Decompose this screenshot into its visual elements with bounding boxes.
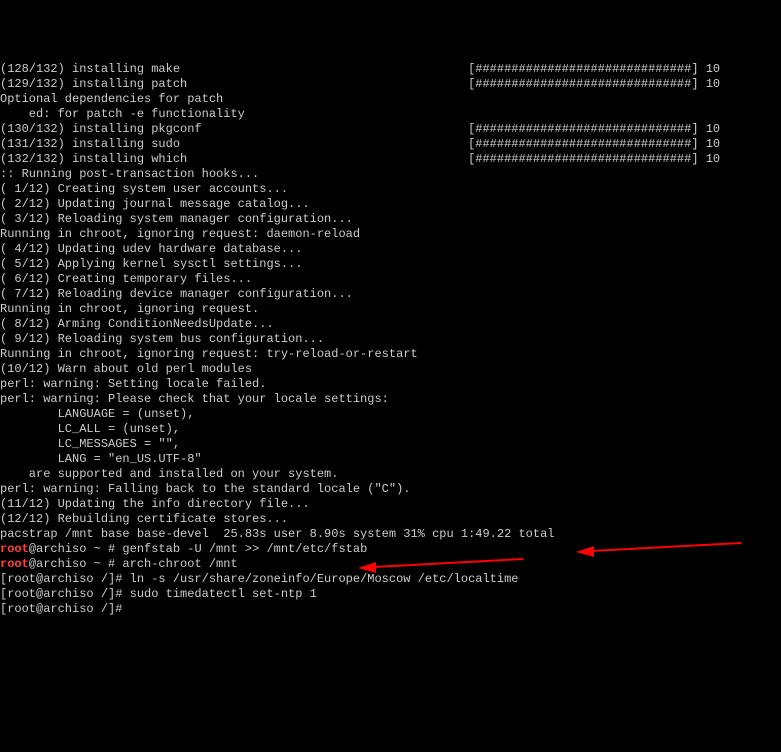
terminal-line: :: Running post-transaction hooks... xyxy=(0,167,781,182)
terminal-line: [root@archiso /]# xyxy=(0,602,781,617)
terminal-line: ( 5/12) Applying kernel sysctl settings.… xyxy=(0,257,781,272)
terminal-line: ( 7/12) Reloading device manager configu… xyxy=(0,287,781,302)
output-text: Optional dependencies for patch xyxy=(0,92,223,106)
output-text: Running in chroot, ignoring request: dae… xyxy=(0,227,360,241)
output-text: perl: warning: Please check that your lo… xyxy=(0,392,389,406)
terminal-line: perl: warning: Falling back to the stand… xyxy=(0,482,781,497)
terminal-line: Running in chroot, ignoring request: try… xyxy=(0,347,781,362)
command-text: sudo timedatectl set-ntp 1 xyxy=(130,587,317,601)
output-text: are supported and installed on your syst… xyxy=(0,467,338,481)
terminal-line: ( 8/12) Arming ConditionNeedsUpdate... xyxy=(0,317,781,332)
prompt-rest: @archiso ~ # genfstab -U /mnt >> /mnt/et… xyxy=(29,542,367,556)
terminal-line: Running in chroot, ignoring request. xyxy=(0,302,781,317)
output-text: ed: for patch -e functionality xyxy=(0,107,245,121)
install-line: (130/132) installing pkgconf [##########… xyxy=(0,122,720,136)
terminal-output[interactable]: (128/132) installing make [#############… xyxy=(0,60,781,617)
output-text: ( 4/12) Updating udev hardware database.… xyxy=(0,242,302,256)
output-text: perl: warning: Setting locale failed. xyxy=(0,377,266,391)
terminal-line: ( 2/12) Updating journal message catalog… xyxy=(0,197,781,212)
prompt-user: root xyxy=(0,557,29,571)
terminal-line: root@archiso ~ # arch-chroot /mnt xyxy=(0,557,781,572)
install-line: (132/132) installing which [############… xyxy=(0,152,720,166)
terminal-line: LC_MESSAGES = "", xyxy=(0,437,781,452)
install-line: (129/132) installing patch [############… xyxy=(0,77,720,91)
output-text: LC_ALL = (unset), xyxy=(0,422,180,436)
output-text: Running in chroot, ignoring request. xyxy=(0,302,259,316)
terminal-line: [root@archiso /]# ln -s /usr/share/zonei… xyxy=(0,572,781,587)
chroot-prompt: [root@archiso /]# xyxy=(0,572,130,586)
terminal-line: (130/132) installing pkgconf [##########… xyxy=(0,122,781,137)
terminal-line: perl: warning: Please check that your lo… xyxy=(0,392,781,407)
terminal-line: are supported and installed on your syst… xyxy=(0,467,781,482)
terminal-line: root@archiso ~ # genfstab -U /mnt >> /mn… xyxy=(0,542,781,557)
output-text: ( 9/12) Reloading system bus configurati… xyxy=(0,332,324,346)
terminal-line: [root@archiso /]# sudo timedatectl set-n… xyxy=(0,587,781,602)
output-text: ( 5/12) Applying kernel sysctl settings.… xyxy=(0,257,302,271)
output-text: Running in chroot, ignoring request: try… xyxy=(0,347,418,361)
output-text: :: Running post-transaction hooks... xyxy=(0,167,259,181)
prompt-rest: @archiso ~ # arch-chroot /mnt xyxy=(29,557,238,571)
terminal-line: (129/132) installing patch [############… xyxy=(0,77,781,92)
terminal-line: (128/132) installing make [#############… xyxy=(0,62,781,77)
output-text: LANG = "en_US.UTF-8" xyxy=(0,452,202,466)
terminal-line: (11/12) Updating the info directory file… xyxy=(0,497,781,512)
terminal-line: (10/12) Warn about old perl modules xyxy=(0,362,781,377)
terminal-line: perl: warning: Setting locale failed. xyxy=(0,377,781,392)
terminal-line: (132/132) installing which [############… xyxy=(0,152,781,167)
output-text: LC_MESSAGES = "", xyxy=(0,437,180,451)
terminal-line: LC_ALL = (unset), xyxy=(0,422,781,437)
output-text: ( 1/12) Creating system user accounts... xyxy=(0,182,288,196)
output-text: perl: warning: Falling back to the stand… xyxy=(0,482,410,496)
output-text: pacstrap /mnt base base-devel 25.83s use… xyxy=(0,527,555,541)
terminal-line: Optional dependencies for patch xyxy=(0,92,781,107)
output-text: LANGUAGE = (unset), xyxy=(0,407,194,421)
terminal-line: (12/12) Rebuilding certificate stores... xyxy=(0,512,781,527)
terminal-line: ed: for patch -e functionality xyxy=(0,107,781,122)
terminal-line: (131/132) installing sudo [#############… xyxy=(0,137,781,152)
output-text: ( 7/12) Reloading device manager configu… xyxy=(0,287,353,301)
output-text: (10/12) Warn about old perl modules xyxy=(0,362,252,376)
output-text: ( 2/12) Updating journal message catalog… xyxy=(0,197,310,211)
terminal-line: LANGUAGE = (unset), xyxy=(0,407,781,422)
terminal-line: ( 4/12) Updating udev hardware database.… xyxy=(0,242,781,257)
output-text: ( 6/12) Creating temporary files... xyxy=(0,272,252,286)
terminal-line: pacstrap /mnt base base-devel 25.83s use… xyxy=(0,527,781,542)
terminal-line: ( 3/12) Reloading system manager configu… xyxy=(0,212,781,227)
output-text: ( 8/12) Arming ConditionNeedsUpdate... xyxy=(0,317,274,331)
terminal-line: Running in chroot, ignoring request: dae… xyxy=(0,227,781,242)
terminal-line: ( 1/12) Creating system user accounts... xyxy=(0,182,781,197)
prompt-user: root xyxy=(0,542,29,556)
output-text: [root@archiso /]# xyxy=(0,602,130,616)
output-text: (11/12) Updating the info directory file… xyxy=(0,497,310,511)
install-line: (131/132) installing sudo [#############… xyxy=(0,137,720,151)
output-text: ( 3/12) Reloading system manager configu… xyxy=(0,212,353,226)
chroot-prompt: [root@archiso /]# xyxy=(0,587,130,601)
terminal-line: LANG = "en_US.UTF-8" xyxy=(0,452,781,467)
terminal-line: ( 6/12) Creating temporary files... xyxy=(0,272,781,287)
command-text: ln -s /usr/share/zoneinfo/Europe/Moscow … xyxy=(130,572,519,586)
output-text: (12/12) Rebuilding certificate stores... xyxy=(0,512,288,526)
terminal-line: ( 9/12) Reloading system bus configurati… xyxy=(0,332,781,347)
install-line: (128/132) installing make [#############… xyxy=(0,62,720,76)
